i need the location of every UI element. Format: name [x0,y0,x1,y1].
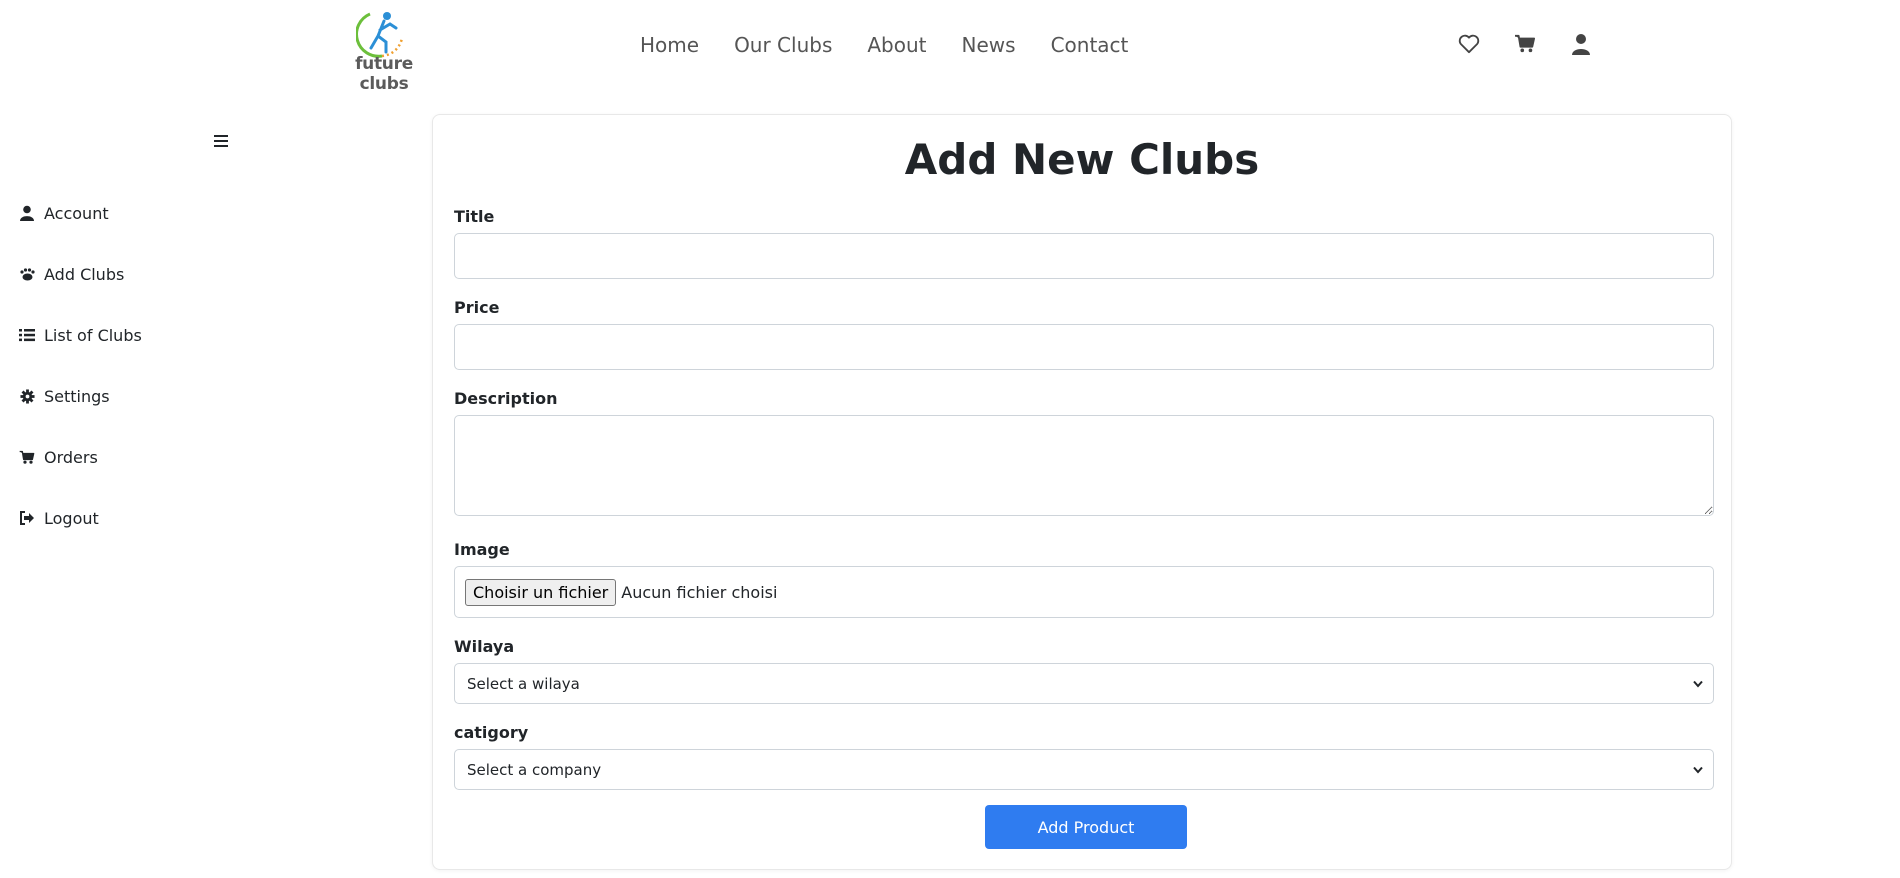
chevron-down-icon [1693,680,1703,688]
category-selected-value: Select a company [467,760,602,779]
sidebar-item-label: Account [44,203,109,223]
image-label: Image [454,540,510,559]
sidebar-item-label: List of Clubs [44,325,142,345]
list-icon [18,326,36,344]
site-header: future clubs Home Our Clubs About News C… [0,0,1900,100]
sidebar-item-account[interactable]: Account [18,200,109,226]
logo-mark-icon [356,12,404,58]
brand-name: future clubs [355,54,413,94]
nav-about[interactable]: About [867,30,926,60]
sidebar: Account Add Clubs List of Clubs Settings… [0,115,420,575]
cart-icon [18,448,36,466]
sidebar-item-label: Orders [44,447,98,467]
sidebar-item-settings[interactable]: Settings [18,383,110,409]
title-input[interactable] [454,233,1714,279]
header-icons [1455,30,1623,58]
hamburger-menu-icon[interactable] [213,133,231,151]
file-status-text: Aucun fichier choisi [621,582,778,602]
price-label: Price [454,298,500,317]
heart-icon[interactable] [1455,30,1483,58]
user-icon[interactable] [1567,30,1595,58]
sidebar-item-add-clubs[interactable]: Add Clubs [18,261,124,287]
category-select[interactable]: Select a company [454,749,1714,790]
wilaya-selected-value: Select a wilaya [467,674,580,693]
image-file-input: Choisir un fichier Aucun fichier choisi [454,566,1714,618]
sidebar-item-label: Add Clubs [44,264,125,284]
description-textarea[interactable] [454,415,1714,516]
nav-our-clubs[interactable]: Our Clubs [734,30,832,60]
sidebar-item-label: Logout [44,508,99,528]
choose-file-button[interactable]: Choisir un fichier [465,578,617,606]
add-club-form-card: Add New Clubs Title Price Description Im… [432,114,1732,870]
wilaya-label: Wilaya [454,637,515,656]
price-input[interactable] [454,324,1714,370]
page-title: Add New Clubs [904,135,1260,184]
add-product-button[interactable]: Add Product [985,805,1187,849]
description-label: Description [454,389,558,408]
nav-home[interactable]: Home [640,30,699,60]
gear-icon [18,387,36,405]
category-label: catigory [454,723,529,742]
sidebar-item-label: Settings [44,386,110,406]
paw-icon [18,265,36,283]
sidebar-item-orders[interactable]: Orders [18,444,98,470]
cart-icon[interactable] [1511,30,1539,58]
nav-news[interactable]: News [962,30,1016,60]
wilaya-select[interactable]: Select a wilaya [454,663,1714,704]
main-nav: Home Our Clubs About News Contact [640,30,1163,60]
user-icon [18,204,36,222]
brand-logo[interactable]: future clubs [334,8,434,94]
chevron-down-icon [1693,766,1703,774]
sidebar-item-logout[interactable]: Logout [18,505,99,531]
nav-contact[interactable]: Contact [1051,30,1129,60]
logout-icon [18,509,36,527]
sidebar-item-list-of-clubs[interactable]: List of Clubs [18,322,142,348]
title-label: Title [454,207,495,226]
